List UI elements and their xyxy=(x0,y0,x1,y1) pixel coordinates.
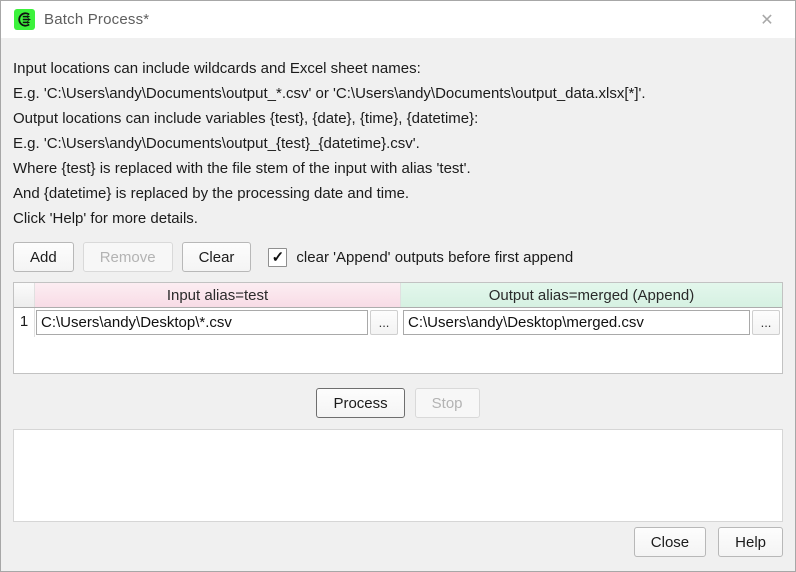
instructions-block: Input locations can include wildcards an… xyxy=(13,56,783,231)
log-output-area[interactable] xyxy=(13,429,783,522)
instruction-line: And {datetime} is replaced by the proces… xyxy=(13,181,783,206)
output-browse-button[interactable]: ... xyxy=(752,310,780,335)
process-controls: Process Stop xyxy=(13,388,783,418)
instruction-line: Where {test} is replaced with the file s… xyxy=(13,156,783,181)
batch-process-dialog: Batch Process* ✕ Input locations can inc… xyxy=(0,0,796,572)
output-column-header: Output alias=merged (Append) xyxy=(401,283,782,307)
instruction-line: Input locations can include wildcards an… xyxy=(13,56,783,81)
input-path-field[interactable] xyxy=(36,310,368,335)
app-logo-icon xyxy=(14,9,35,30)
instruction-line: E.g. 'C:\Users\andy\Documents\output_*.c… xyxy=(13,81,783,106)
footer-buttons: Close Help xyxy=(622,527,783,557)
input-column-header: Input alias=test xyxy=(35,283,401,307)
row-number: 1 xyxy=(14,308,35,337)
add-button[interactable]: Add xyxy=(13,242,74,272)
batch-table-header: Input alias=test Output alias=merged (Ap… xyxy=(14,283,782,308)
close-window-icon[interactable]: ✕ xyxy=(747,1,787,38)
title-bar: Batch Process* ✕ xyxy=(1,1,795,38)
table-row: 1 ... ... xyxy=(14,308,782,337)
remove-button: Remove xyxy=(83,242,173,272)
input-browse-button[interactable]: ... xyxy=(370,310,398,335)
stop-button: Stop xyxy=(415,388,480,418)
table-corner-cell xyxy=(14,283,35,307)
instruction-line: Click 'Help' for more details. xyxy=(13,206,783,231)
process-button[interactable]: Process xyxy=(316,388,404,418)
clear-button[interactable]: Clear xyxy=(182,242,252,272)
window-title: Batch Process* xyxy=(44,11,149,28)
clear-append-checkbox[interactable]: ✓ xyxy=(268,248,287,267)
dialog-content: Input locations can include wildcards an… xyxy=(1,38,795,522)
instruction-line: E.g. 'C:\Users\andy\Documents\output_{te… xyxy=(13,131,783,156)
batch-table: Input alias=test Output alias=merged (Ap… xyxy=(13,282,783,374)
clear-append-checkbox-label: clear 'Append' outputs before first appe… xyxy=(296,249,573,266)
clear-append-checkbox-group: ✓ clear 'Append' outputs before first ap… xyxy=(268,248,573,267)
output-path-field[interactable] xyxy=(403,310,750,335)
toolbar: Add Remove Clear ✓ clear 'Append' output… xyxy=(13,242,783,272)
checkmark-icon: ✓ xyxy=(272,248,285,266)
help-button[interactable]: Help xyxy=(718,527,783,557)
instruction-line: Output locations can include variables {… xyxy=(13,106,783,131)
close-button[interactable]: Close xyxy=(634,527,706,557)
